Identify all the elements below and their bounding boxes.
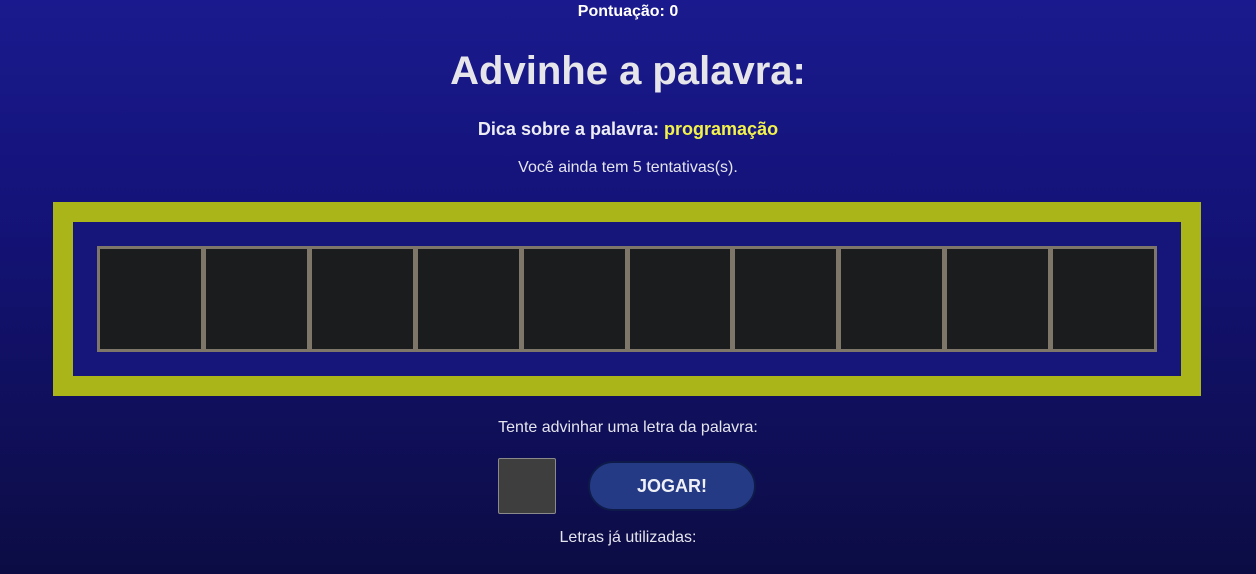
letter-slot — [735, 249, 837, 349]
letter-slots — [97, 246, 1157, 352]
score-label: Pontuação: 0 — [577, 3, 679, 20]
letter-slot — [100, 249, 201, 349]
letter-slot — [417, 249, 519, 349]
letter-slot — [629, 249, 731, 349]
used-letters: Letras já utilizadas: — [0, 529, 1256, 547]
word-board-frame — [53, 202, 1201, 396]
letter-slot — [311, 249, 413, 349]
hint-value: programação — [664, 119, 779, 139]
play-button[interactable]: JOGAR! — [588, 461, 756, 511]
letter-slot — [205, 249, 307, 349]
hint-label: Dica sobre a palavra: — [477, 119, 660, 139]
page-title: Advinhe a palavra: — [450, 49, 806, 93]
attempts-remaining: Você ainda tem 5 tentativas(s). — [518, 159, 738, 176]
used-letters-label: Letras já utilizadas: — [559, 529, 697, 546]
word-board — [73, 222, 1181, 376]
letter-input[interactable] — [498, 458, 556, 514]
letter-slot — [1053, 249, 1155, 349]
letter-slot — [841, 249, 943, 349]
guess-prompt: Tente advinhar uma letra da palavra: — [498, 419, 758, 436]
word-hint: Dica sobre a palavra: programação — [0, 119, 1256, 140]
letter-slot — [523, 249, 625, 349]
letter-slot — [947, 249, 1049, 349]
